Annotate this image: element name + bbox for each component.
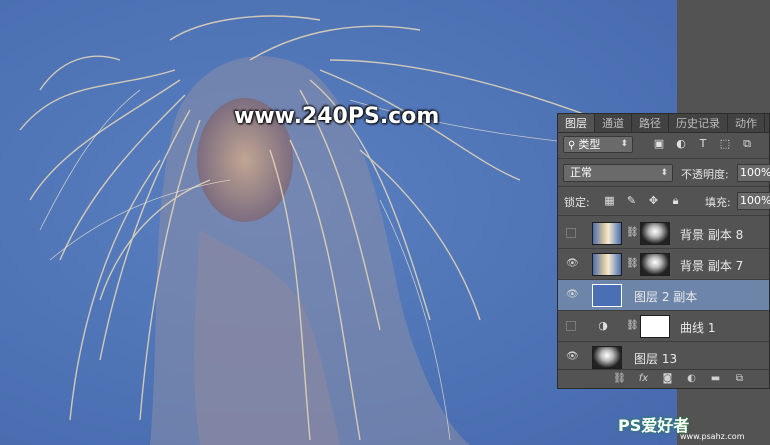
link-icon[interactable]: ⛓	[626, 258, 639, 269]
adjustment-filter-icon[interactable]: ◐	[674, 137, 688, 151]
eye-icon[interactable]: 👁︎	[566, 258, 579, 270]
curves-adjustment-icon: ◑	[598, 319, 608, 332]
layer-name: 图层 13	[634, 352, 678, 366]
fill-input[interactable]: 100%	[737, 192, 770, 210]
site-logo: PS爱好者	[618, 416, 690, 435]
eye-icon[interactable]: 👁︎	[566, 351, 579, 363]
layer-mask-thumbnail[interactable]	[640, 253, 670, 276]
lock-transparent-icon[interactable]: ▦	[603, 194, 616, 207]
filter-type-label: 类型	[578, 138, 601, 151]
lock-label: 锁定:	[564, 196, 590, 209]
tab-paths[interactable]: 路径	[632, 114, 669, 132]
search-icon: ⚲	[568, 140, 576, 151]
layers-panel: 图层 通道 路径 历史记录 动作 ⚲ 类型 ⬍ ▣ ◐ T ⬚ ⧉ 正常 ⬍ 不透…	[557, 113, 770, 389]
fx-icon[interactable]: fx	[637, 372, 650, 385]
layer-row[interactable]: 👁︎ ⛓ 背景 副本 7	[558, 249, 769, 280]
opacity-input[interactable]: 100%	[737, 164, 770, 182]
layer-filter-select[interactable]: ⚲ 类型 ⬍	[563, 136, 633, 153]
site-logo-url: www.psahz.com	[680, 432, 745, 441]
shape-filter-icon[interactable]: ⬚	[718, 137, 732, 151]
lock-all-icon[interactable]: 🔒︎	[669, 194, 682, 207]
mask-icon[interactable]: ◙	[661, 372, 674, 385]
link-icon[interactable]: ⛓	[626, 320, 639, 331]
filter-icons: ▣ ◐ T ⬚ ⧉	[652, 137, 754, 151]
divider	[558, 186, 769, 187]
layer-name: 图层 2 副本	[634, 290, 698, 304]
tab-history[interactable]: 历史记录	[669, 114, 728, 132]
type-filter-icon[interactable]: T	[696, 137, 710, 151]
blend-mode-value: 正常	[570, 166, 592, 179]
layer-row[interactable]: 👁︎ 图层 13	[558, 342, 769, 371]
tab-channels[interactable]: 通道	[595, 114, 632, 132]
layer-row-selected[interactable]: 👁︎ 图层 2 副本	[558, 280, 769, 311]
layer-name: 背景 副本 7	[680, 259, 744, 273]
layer-thumbnail	[592, 222, 622, 245]
layers-panel-footer: ⛓ fx ◙ ◐ ▬ ⧉	[558, 369, 769, 388]
new-layer-icon[interactable]: ⧉	[733, 372, 746, 385]
layer-mask-thumbnail[interactable]	[640, 315, 670, 338]
layer-name: 背景 副本 8	[680, 228, 744, 242]
lock-icons: ▦ ✎ ✥ 🔒︎	[603, 194, 682, 207]
layer-name: 曲线 1	[680, 321, 716, 335]
chevron-updown-icon: ⬍	[660, 168, 668, 178]
watermark-text: www.240PS.com	[234, 104, 440, 129]
layer-row[interactable]: ⛓ 背景 副本 8	[558, 218, 769, 249]
chevron-updown-icon: ⬍	[620, 139, 628, 149]
adjustment-icon[interactable]: ◐	[685, 372, 698, 385]
visibility-toggle[interactable]	[566, 321, 576, 331]
divider	[558, 158, 769, 159]
panel-tabs: 图层 通道 路径 历史记录 动作	[558, 114, 769, 133]
lock-move-icon[interactable]: ✥	[647, 194, 660, 207]
eye-icon[interactable]: 👁︎	[566, 289, 579, 301]
link-icon[interactable]: ⛓	[626, 227, 639, 238]
layer-thumbnail	[592, 253, 622, 276]
layer-thumbnail	[592, 284, 622, 307]
divider	[558, 215, 769, 216]
fill-label: 填充:	[705, 196, 731, 209]
opacity-label: 不透明度:	[681, 168, 729, 181]
image-filter-icon[interactable]: ▣	[652, 137, 666, 151]
tab-layers[interactable]: 图层	[558, 114, 595, 132]
blend-mode-select[interactable]: 正常 ⬍	[563, 164, 673, 182]
folder-icon[interactable]: ▬	[709, 372, 722, 385]
visibility-toggle[interactable]	[566, 228, 576, 238]
layer-mask-thumbnail[interactable]	[640, 222, 670, 245]
footer-icons: ⛓ fx ◙ ◐ ▬ ⧉	[613, 372, 746, 385]
link-icon[interactable]: ⛓	[613, 372, 626, 385]
layer-row[interactable]: ◑ ⛓ 曲线 1	[558, 311, 769, 342]
tab-actions[interactable]: 动作	[728, 114, 765, 132]
lock-paint-icon[interactable]: ✎	[625, 194, 638, 207]
layer-thumbnail	[592, 346, 622, 369]
layers-list: ⛓ 背景 副本 8 👁︎ ⛓ 背景 副本 7 👁︎ 图层 2 副本 ◑ ⛓ 曲线…	[558, 218, 769, 371]
smart-object-filter-icon[interactable]: ⧉	[740, 137, 754, 151]
